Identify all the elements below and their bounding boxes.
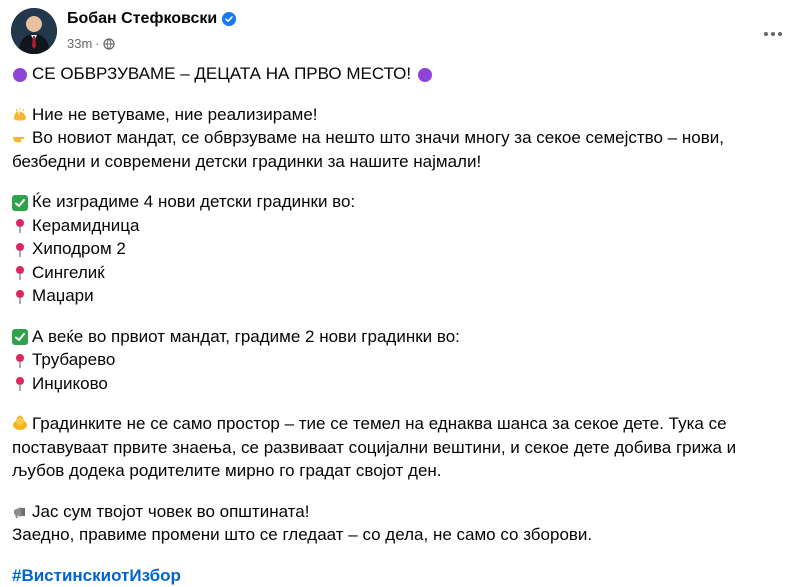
- pin-icon: [12, 288, 28, 304]
- place-name: Сингелиќ: [32, 261, 105, 285]
- globe-icon[interactable]: [103, 38, 115, 50]
- pointing-hand-icon: [12, 128, 28, 144]
- author-name[interactable]: Бобан Стефковски: [67, 10, 236, 28]
- place-name: Хиподром 2: [32, 237, 126, 261]
- post-header: Бобан Стефковски 33m ·: [11, 8, 791, 58]
- pin-icon: [12, 264, 28, 280]
- place-name: Трубарево: [32, 348, 115, 372]
- post-meta: 33m ·: [67, 36, 115, 51]
- verified-badge-icon: [222, 12, 236, 26]
- baby-chick-icon: [12, 414, 28, 430]
- pin-icon: [12, 375, 28, 391]
- more-options-icon[interactable]: [755, 22, 791, 46]
- post-line: Јас сум твојот човек во општината!: [12, 500, 780, 524]
- list-item: Трубарево: [12, 348, 780, 372]
- purple-circle-icon: [417, 66, 433, 82]
- pin-icon: [12, 217, 28, 233]
- pin-icon: [12, 352, 28, 368]
- place-name: Маџари: [32, 284, 94, 308]
- post-text: Во новиот мандат, се обврзуваме на нешто…: [12, 128, 724, 171]
- post-text: Градинките не се само простор – тие се т…: [12, 414, 736, 480]
- list-item: Инџиково: [12, 372, 780, 396]
- meta-separator: ·: [95, 36, 99, 51]
- post-text: А веќе во првиот мандат, градиме 2 нови …: [32, 325, 460, 349]
- post-title-line: СЕ ОБВРЗУВАМЕ – ДЕЦАТА НА ПРВО МЕСТО!: [12, 62, 780, 86]
- post-line: #ВистинскиотИзбор: [12, 564, 780, 587]
- list-item: Маџари: [12, 284, 780, 308]
- post-line: Ние не ветуваме, ние реализираме!: [12, 103, 780, 127]
- post-text: Ќе изградиме 4 нови детски градинки во:: [32, 190, 355, 214]
- facebook-post: Бобан Стефковски 33m ·: [0, 0, 800, 549]
- post-title: СЕ ОБВРЗУВАМЕ – ДЕЦАТА НА ПРВО МЕСТО!: [32, 62, 411, 86]
- post-time[interactable]: 33m: [67, 36, 92, 51]
- post-text: Ние не ветуваме, ние реализираме!: [32, 103, 318, 127]
- post-line: Градинките не се само простор – тие се т…: [12, 412, 780, 483]
- post-line: Во новиот мандат, се обврзуваме на нешто…: [12, 126, 780, 173]
- place-name: Керамидница: [32, 214, 139, 238]
- post-body: СЕ ОБВРЗУВАМЕ – ДЕЦАТА НА ПРВО МЕСТО! Ни…: [12, 62, 780, 587]
- check-mark-icon: [12, 328, 28, 344]
- author-name-text[interactable]: Бобан Стефковски: [67, 10, 217, 28]
- avatar[interactable]: [11, 8, 57, 54]
- list-item: Сингелиќ: [12, 261, 780, 285]
- purple-circle-icon: [12, 66, 28, 82]
- check-mark-icon: [12, 194, 28, 210]
- pin-icon: [12, 241, 28, 257]
- post-line: Заедно, правиме промени што се гледаат –…: [12, 523, 780, 547]
- list-item: Хиподром 2: [12, 237, 780, 261]
- post-text: Јас сум твојот човек во општината!: [32, 500, 309, 524]
- place-name: Инџиково: [32, 372, 108, 396]
- post-line: А веќе во првиот мандат, градиме 2 нови …: [12, 325, 780, 349]
- post-text: Заедно, правиме промени што се гледаат –…: [12, 523, 592, 547]
- megaphone-icon: [12, 503, 28, 519]
- post-line: Ќе изградиме 4 нови детски градинки во:: [12, 190, 780, 214]
- hashtag-link[interactable]: #ВистинскиотИзбор: [12, 564, 181, 587]
- raised-hands-icon: [12, 106, 28, 122]
- list-item: Керамидница: [12, 214, 780, 238]
